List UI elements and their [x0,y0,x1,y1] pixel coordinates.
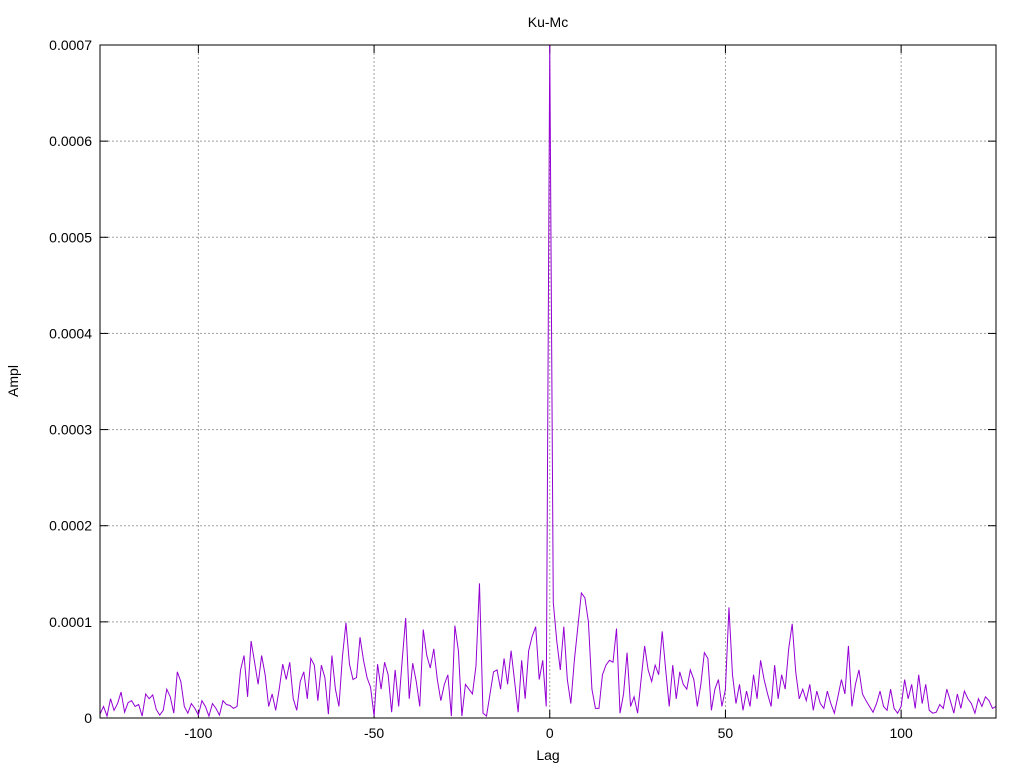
x-tick-label: -100 [184,725,212,741]
line-chart: 0 0.0001 0.0002 0.0003 0.0004 0.0005 0.0006 0.0… [5,14,997,763]
y-tick-label: 0 [84,710,92,726]
y-tick-label: 0.0004 [49,325,92,341]
x-tick-labels: -100 -50 0 50 100 [184,725,913,741]
y-tick-label: 0.0005 [49,229,92,245]
y-tick-labels: 0 0.0001 0.0002 0.0003 0.0004 0.0005 0.0006 0.0… [49,37,92,726]
y-tick-label: 0.0002 [49,518,92,534]
y-tick-label: 0.0001 [49,614,92,630]
y-tick-label: 0.0007 [49,37,92,53]
x-axis-label: Lag [536,747,559,763]
x-tick-label: -50 [364,725,384,741]
x-tick-label: 0 [546,725,554,741]
y-tick-label: 0.0003 [49,422,92,438]
chart-title: Ku-Mc [528,14,568,30]
x-tick-label: 50 [718,725,734,741]
y-axis-label: Ampl [5,365,21,397]
y-tick-label: 0.0006 [49,133,92,149]
x-tick-label: 100 [889,725,913,741]
series-line [99,44,997,718]
